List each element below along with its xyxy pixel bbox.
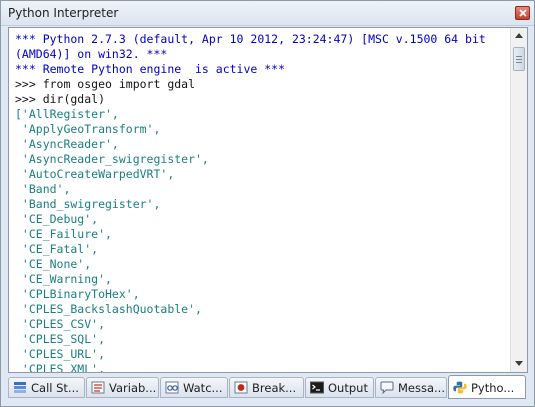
- breakpoint-icon: [234, 381, 248, 394]
- console-line: 'CE_Fatal',: [15, 242, 99, 256]
- python-interpreter-window: Python Interpreter *** Python 2.7.3 (def…: [0, 0, 535, 407]
- tab-label: Messa...: [398, 381, 445, 395]
- console-line: *** Remote Python engine is active ***: [15, 62, 286, 76]
- console-output[interactable]: *** Python 2.7.3 (default, Apr 10 2012, …: [9, 28, 509, 372]
- console-line: 'CPLES_XML',: [15, 362, 106, 372]
- console-line: 'Band',: [15, 182, 71, 196]
- scroll-down-button[interactable]: [511, 356, 527, 372]
- scrollbar-thumb[interactable]: [513, 47, 525, 71]
- tab-label: Output: [328, 381, 368, 395]
- call-stack-icon: [14, 382, 26, 393]
- console-line: 'ApplyGeoTransform',: [15, 122, 161, 136]
- close-icon: [519, 9, 527, 17]
- tab-messages[interactable]: Messa...: [375, 377, 447, 398]
- console-line: 'CPLES_SQL',: [15, 332, 106, 346]
- console-frame: *** Python 2.7.3 (default, Apr 10 2012, …: [8, 27, 528, 373]
- tab-breakpoints[interactable]: Break...: [229, 377, 304, 398]
- scroll-down-icon: [515, 361, 523, 366]
- python-icon: [453, 381, 467, 394]
- message-icon: [380, 381, 394, 394]
- tab-label: Variab...: [109, 381, 157, 395]
- console-line: >>> dir(gdal): [15, 92, 106, 106]
- console-line: (AMD64)] on win32. ***: [15, 47, 168, 61]
- console-line: >>> from osgeo import gdal: [15, 77, 196, 91]
- tab-label: Call St...: [31, 381, 79, 395]
- console-line: 'AsyncReader',: [15, 137, 119, 151]
- console-line: 'AutoCreateWarpedVRT',: [15, 167, 175, 181]
- console-line: 'AsyncReader_swigregister',: [15, 152, 209, 166]
- tab-label: Watc...: [183, 381, 223, 395]
- console-line: 'CPLBinaryToHex',: [15, 287, 140, 301]
- console-line: 'CE_None',: [15, 257, 92, 271]
- window-title: Python Interpreter: [8, 6, 119, 20]
- output-icon: [310, 381, 324, 394]
- tab-python[interactable]: Pytho...: [448, 375, 526, 399]
- tab-call-stack[interactable]: Call St...: [8, 377, 85, 398]
- title-bar[interactable]: Python Interpreter: [1, 1, 534, 26]
- watch-icon: [165, 381, 179, 394]
- console-line: *** Python 2.7.3 (default, Apr 10 2012, …: [15, 32, 486, 46]
- tab-output[interactable]: Output: [305, 377, 374, 398]
- console-line: 'CPLES_BackslashQuotable',: [15, 302, 202, 316]
- tab-watch[interactable]: Watc...: [160, 377, 228, 398]
- console-line: 'CE_Failure',: [15, 227, 112, 241]
- variables-icon: [91, 381, 105, 394]
- console-line: 'CPLES_CSV',: [15, 317, 106, 331]
- bottom-tab-bar: Call St... Variab... Watc... Break... Ou…: [8, 375, 528, 399]
- console-line: 'Band_swigregister',: [15, 197, 161, 211]
- tab-label: Pytho...: [471, 381, 515, 395]
- scroll-up-button[interactable]: [511, 28, 527, 44]
- console-line: 'CE_Debug',: [15, 212, 99, 226]
- console-line: 'CE_Warning',: [15, 272, 112, 286]
- tab-variables[interactable]: Variab...: [86, 377, 159, 398]
- console-line: ['AllRegister',: [15, 107, 119, 121]
- close-button[interactable]: [515, 6, 530, 20]
- tab-label: Break...: [252, 381, 297, 395]
- console-line: 'CPLES_URL',: [15, 347, 106, 361]
- vertical-scrollbar[interactable]: [510, 28, 527, 372]
- scroll-up-icon: [515, 33, 523, 38]
